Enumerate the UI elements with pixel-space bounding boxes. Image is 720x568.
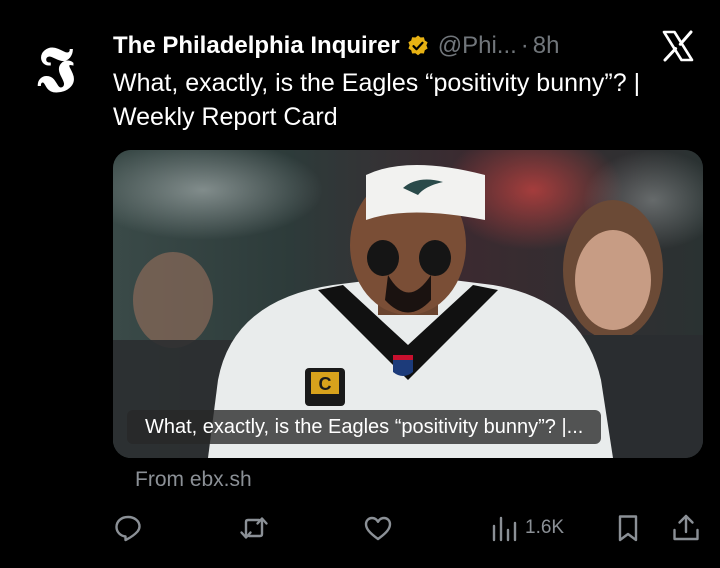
inquirer-logo: 𝕴 <box>36 33 76 106</box>
views-button[interactable]: 1.6K <box>489 508 564 548</box>
post-time[interactable]: 8h <box>533 32 560 60</box>
verified-badge-icon <box>408 35 428 56</box>
link-card[interactable]: C What, exactly, is the Eagles “positivi… <box>113 150 703 458</box>
bookmark-button[interactable] <box>613 508 643 548</box>
repost-button[interactable] <box>239 508 269 548</box>
separator-dot: · <box>520 32 529 59</box>
reply-button[interactable] <box>113 508 143 548</box>
avatar[interactable]: 𝕴 <box>24 38 88 102</box>
share-button[interactable] <box>671 508 701 548</box>
heart-icon <box>364 516 392 541</box>
svg-text:C: C <box>319 374 332 394</box>
author-name[interactable]: The Philadelphia Inquirer <box>113 32 400 60</box>
post-text: What, exactly, is the Eagles “positivity… <box>113 69 641 131</box>
card-caption: What, exactly, is the Eagles “positivity… <box>127 410 602 444</box>
repost-icon <box>240 517 268 539</box>
author-handle[interactable]: @Phi... <box>438 32 517 60</box>
like-button[interactable] <box>363 508 393 548</box>
action-bar: 1.6K <box>113 508 703 548</box>
post-header: The Philadelphia Inquirer @Phi... · 8h <box>113 30 610 62</box>
x-logo-icon <box>662 30 694 62</box>
views-icon <box>492 516 517 542</box>
views-count: 1.6K <box>525 517 565 538</box>
share-icon <box>673 514 699 541</box>
bookmark-icon <box>618 515 638 542</box>
reply-icon <box>115 515 141 542</box>
card-source[interactable]: From ebx.sh <box>135 468 252 492</box>
